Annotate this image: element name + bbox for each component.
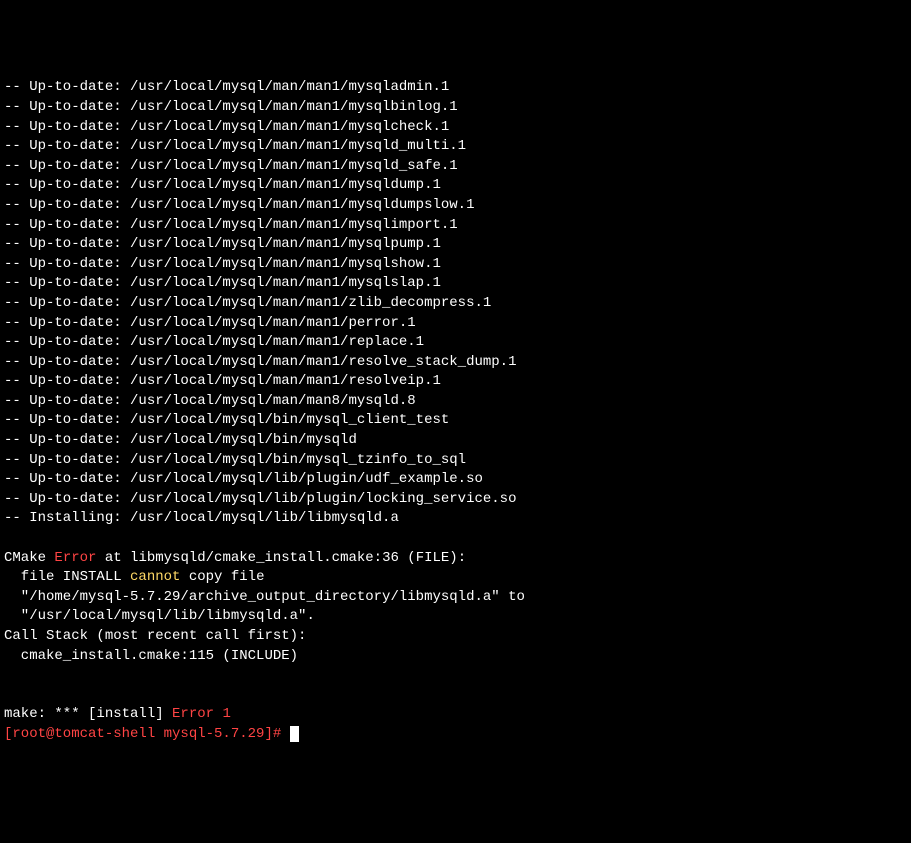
cannot-suffix: copy file	[180, 569, 264, 585]
error-prefix: CMake	[4, 550, 54, 566]
cannot-keyword: cannot	[130, 569, 180, 585]
terminal-line: -- Up-to-date: /usr/local/mysql/bin/mysq…	[4, 451, 907, 471]
terminal-line: make: *** [install] Error 1	[4, 705, 907, 725]
terminal-line: -- Up-to-date: /usr/local/mysql/man/man1…	[4, 98, 907, 118]
terminal-line: -- Up-to-date: /usr/local/mysql/man/man1…	[4, 353, 907, 373]
error-keyword: Error	[54, 550, 96, 566]
terminal-line: -- Up-to-date: /usr/local/mysql/bin/mysq…	[4, 411, 907, 431]
terminal-line: -- Up-to-date: /usr/local/mysql/man/man1…	[4, 235, 907, 255]
shell-input[interactable]	[281, 726, 289, 742]
terminal-line: cmake_install.cmake:115 (INCLUDE)	[4, 647, 907, 667]
terminal-line: -- Up-to-date: /usr/local/mysql/man/man1…	[4, 118, 907, 138]
terminal-line: -- Up-to-date: /usr/local/mysql/man/man1…	[4, 78, 907, 98]
terminal-line: file INSTALL cannot copy file	[4, 568, 907, 588]
terminal-line	[4, 666, 907, 686]
terminal-line	[4, 686, 907, 706]
terminal-line: [root@tomcat-shell mysql-5.7.29]#	[4, 725, 907, 745]
terminal-line: -- Up-to-date: /usr/local/mysql/man/man8…	[4, 392, 907, 412]
terminal-line: -- Up-to-date: /usr/local/mysql/man/man1…	[4, 372, 907, 392]
make-error-prefix: make: *** [install]	[4, 706, 172, 722]
cursor-icon	[290, 726, 299, 742]
make-error-keyword: Error 1	[172, 706, 231, 722]
terminal-line: -- Up-to-date: /usr/local/mysql/man/man1…	[4, 137, 907, 157]
terminal-line	[4, 529, 907, 549]
terminal-line: Call Stack (most recent call first):	[4, 627, 907, 647]
terminal-line: -- Up-to-date: /usr/local/mysql/man/man1…	[4, 314, 907, 334]
error-suffix: at libmysqld/cmake_install.cmake:36 (FIL…	[96, 550, 466, 566]
terminal-line: -- Installing: /usr/local/mysql/lib/libm…	[4, 509, 907, 529]
shell-prompt: [root@tomcat-shell mysql-5.7.29]#	[4, 726, 281, 742]
terminal-line: CMake Error at libmysqld/cmake_install.c…	[4, 549, 907, 569]
terminal-line: -- Up-to-date: /usr/local/mysql/man/man1…	[4, 157, 907, 177]
terminal-line: -- Up-to-date: /usr/local/mysql/lib/plug…	[4, 490, 907, 510]
terminal-line: -- Up-to-date: /usr/local/mysql/man/man1…	[4, 216, 907, 236]
terminal-line: -- Up-to-date: /usr/local/mysql/man/man1…	[4, 294, 907, 314]
terminal-line: "/usr/local/mysql/lib/libmysqld.a".	[4, 607, 907, 627]
terminal-line: -- Up-to-date: /usr/local/mysql/man/man1…	[4, 176, 907, 196]
terminal-line: -- Up-to-date: /usr/local/mysql/man/man1…	[4, 333, 907, 353]
terminal-line: -- Up-to-date: /usr/local/mysql/lib/plug…	[4, 470, 907, 490]
terminal-line: -- Up-to-date: /usr/local/mysql/man/man1…	[4, 255, 907, 275]
cannot-prefix: file INSTALL	[4, 569, 130, 585]
terminal-line: -- Up-to-date: /usr/local/mysql/bin/mysq…	[4, 431, 907, 451]
terminal-line: -- Up-to-date: /usr/local/mysql/man/man1…	[4, 274, 907, 294]
terminal-line: -- Up-to-date: /usr/local/mysql/man/man1…	[4, 196, 907, 216]
terminal-output[interactable]: -- Up-to-date: /usr/local/mysql/man/man1…	[4, 78, 907, 744]
terminal-line: "/home/mysql-5.7.29/archive_output_direc…	[4, 588, 907, 608]
